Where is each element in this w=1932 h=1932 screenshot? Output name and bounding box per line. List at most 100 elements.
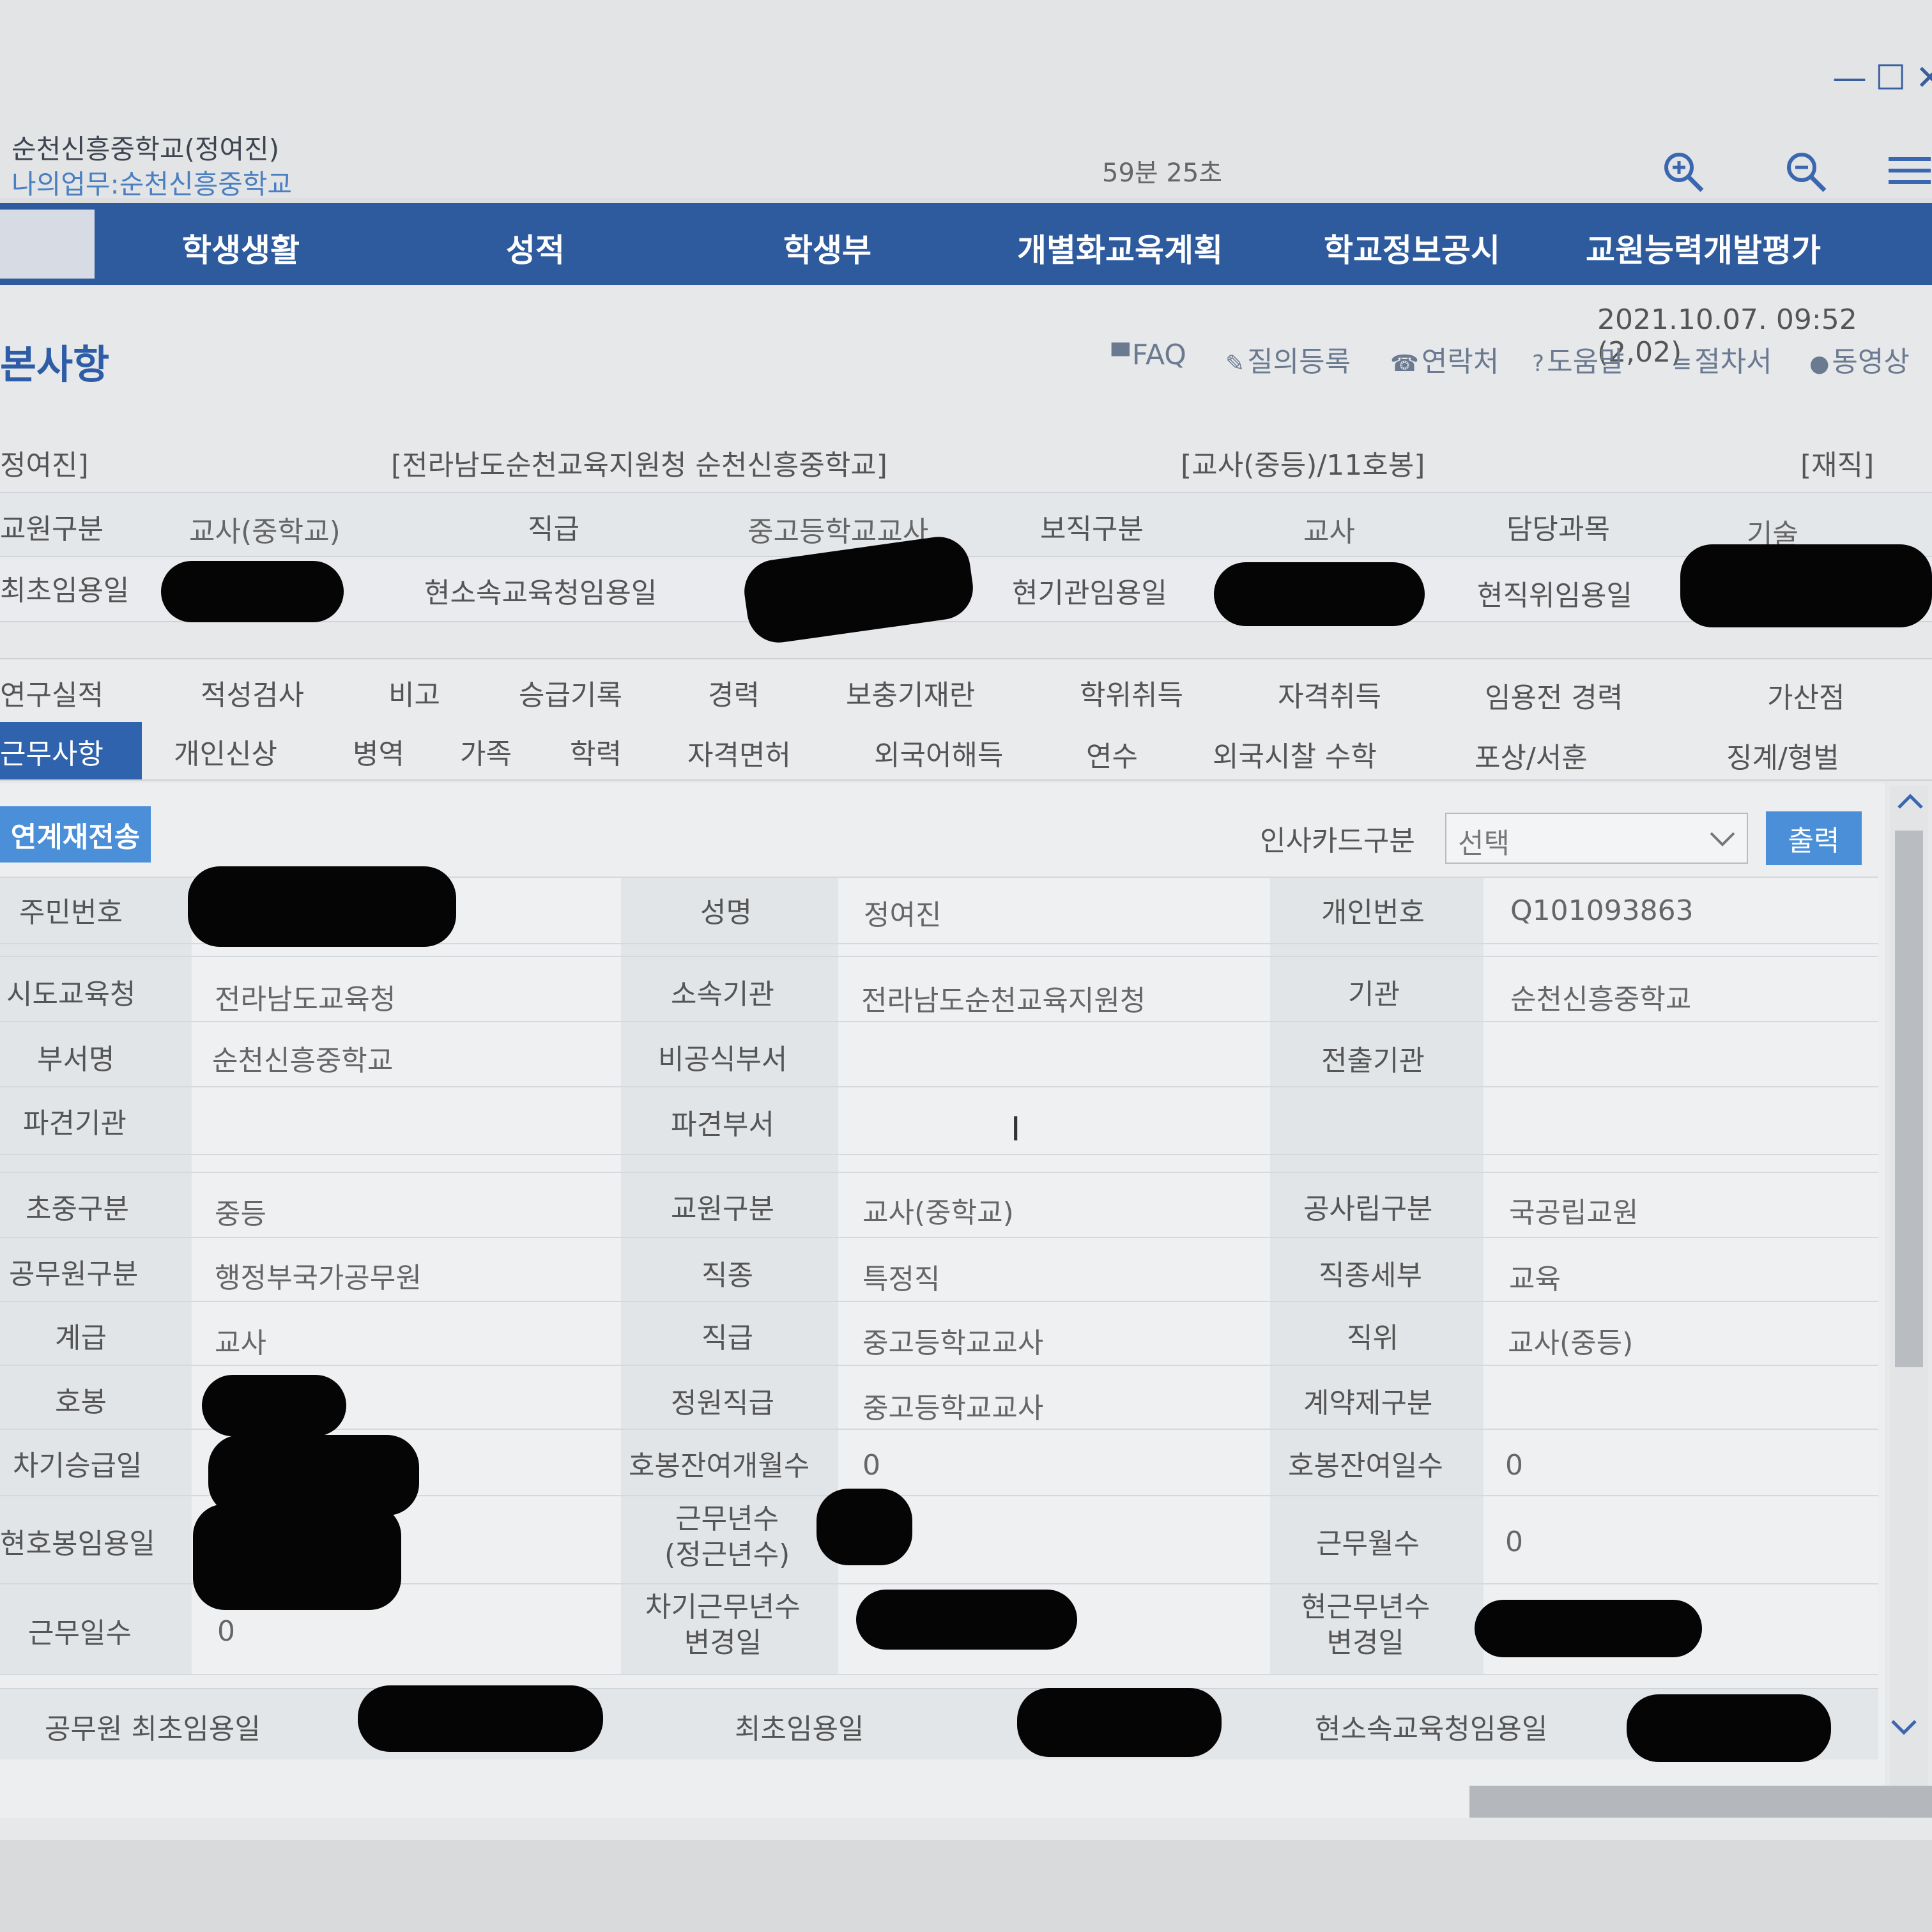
tab-family[interactable]: 가족 bbox=[460, 731, 512, 772]
tab-bonus[interactable]: 가산점 bbox=[1767, 675, 1844, 716]
maximize-icon[interactable]: ☐ bbox=[1875, 57, 1906, 98]
redacted-cur-years-change bbox=[1475, 1600, 1702, 1657]
scroll-up-icon[interactable] bbox=[1896, 792, 1924, 811]
personal-no-value: Q101093863 bbox=[1510, 894, 1694, 927]
tab-remarks[interactable]: 비고 bbox=[388, 672, 440, 713]
util-video[interactable]: ●동영상 bbox=[1809, 339, 1910, 379]
info-org: [전라남도순천교육지원청 순천신흥중학교] bbox=[391, 449, 887, 482]
row-sep bbox=[0, 956, 1878, 957]
redacted-first-appoint bbox=[161, 561, 344, 622]
nav-iep[interactable]: 개별화교육계획 bbox=[1017, 225, 1223, 271]
cur-years-change-label: 현근무년수 변경일 bbox=[1301, 1591, 1430, 1659]
row-sep bbox=[0, 1674, 1878, 1675]
summary-subject-label: 담당과목 bbox=[1506, 513, 1610, 546]
tab-prior-career[interactable]: 임용전 경력 bbox=[1485, 675, 1623, 716]
zoom-out-icon[interactable] bbox=[1782, 148, 1828, 194]
print-button[interactable]: 출력 bbox=[1766, 811, 1862, 865]
name-label: 성명 bbox=[700, 896, 752, 929]
tab-aptitude[interactable]: 적성검사 bbox=[201, 672, 304, 713]
play-icon: ● bbox=[1809, 351, 1830, 377]
tab-license[interactable]: 자격취득 bbox=[1278, 673, 1381, 714]
scroll-down-icon[interactable] bbox=[1890, 1717, 1918, 1736]
card-type-select[interactable]: 선택 bbox=[1445, 813, 1748, 864]
transfer-org-label: 전출기관 bbox=[1321, 1045, 1425, 1077]
org-label: 기관 bbox=[1348, 978, 1400, 1011]
tab-discipline[interactable]: 징계/형벌 bbox=[1726, 735, 1839, 776]
work-months-value: 0 bbox=[1505, 1526, 1523, 1558]
tab-promotion[interactable]: 승급기록 bbox=[519, 672, 622, 713]
next-promo-label: 차기승급일 bbox=[13, 1450, 142, 1482]
info-status: [재직] bbox=[1800, 449, 1874, 482]
util-help[interactable]: ?도움말 bbox=[1532, 339, 1625, 379]
nav-student-record[interactable]: 학생부 bbox=[783, 225, 871, 271]
dept-value: 순천신흥중학교 bbox=[212, 1045, 394, 1077]
civil-type-value: 행정부국가공무원 bbox=[215, 1262, 422, 1294]
card-type-label: 인사카드구분 bbox=[1260, 825, 1415, 857]
tab-training[interactable]: 연수 bbox=[1086, 733, 1138, 774]
nav-teacher-eval[interactable]: 교원능력개발평가 bbox=[1586, 225, 1821, 271]
help-icon: ? bbox=[1532, 351, 1545, 377]
row-sep bbox=[0, 1237, 1878, 1238]
org-value: 순천신흥중학교 bbox=[1510, 983, 1692, 1016]
tab-military[interactable]: 병역 bbox=[353, 731, 404, 772]
summary-first-appoint-label: 최초임용일 bbox=[0, 574, 130, 607]
redacted-next-years-change bbox=[856, 1590, 1077, 1650]
tab-education[interactable]: 학력 bbox=[570, 731, 622, 772]
tab-language[interactable]: 외국어해득 bbox=[874, 732, 1003, 773]
page-title: 본사항 bbox=[0, 341, 110, 388]
informal-dept-label: 비공식부서 bbox=[658, 1043, 788, 1076]
nav-student-life[interactable]: 학생생활 bbox=[182, 225, 300, 271]
first-appoint-label: 최초임용일 bbox=[735, 1713, 864, 1745]
redacted-id-number bbox=[188, 866, 456, 947]
job-kind-label: 직종 bbox=[702, 1259, 753, 1292]
redacted-civil-first-appoint bbox=[358, 1685, 603, 1752]
tab-work[interactable]: 근무사항 bbox=[0, 731, 103, 772]
zoom-in-icon[interactable] bbox=[1660, 148, 1706, 194]
position-label: 직위 bbox=[1347, 1322, 1399, 1354]
tab-degree[interactable]: 학위취득 bbox=[1080, 672, 1183, 713]
util-inquiry[interactable]: ✎질의등록 bbox=[1225, 339, 1351, 379]
summary-teacher-type-value: 교사(중학교) bbox=[189, 516, 341, 548]
remain-months-value: 0 bbox=[862, 1449, 880, 1482]
my-work-link[interactable]: 나의업무:순천신흥중학교 bbox=[12, 163, 292, 202]
quota-rank-label: 정원직급 bbox=[671, 1387, 774, 1420]
remain-months-label: 호봉잔여개월수 bbox=[629, 1450, 810, 1482]
edu-office-value: 전라남도교육청 bbox=[215, 983, 396, 1016]
tab-awards[interactable]: 포상/서훈 bbox=[1475, 735, 1588, 776]
remain-days-value: 0 bbox=[1505, 1449, 1523, 1482]
nav-school-info[interactable]: 학교정보공시 bbox=[1324, 225, 1500, 271]
scrollbar-thumb[interactable] bbox=[1895, 831, 1923, 1367]
tab-career[interactable]: 경력 bbox=[708, 672, 760, 713]
util-procedure[interactable]: ≡절차서 bbox=[1673, 339, 1772, 379]
util-contact[interactable]: ☎연락처 bbox=[1390, 339, 1499, 379]
horizontal-scrollbar-thumb[interactable] bbox=[1469, 1786, 1932, 1818]
close-icon[interactable]: ✕ bbox=[1915, 57, 1932, 98]
chevron-down-icon bbox=[1710, 832, 1735, 847]
tab-personal[interactable]: 개인신상 bbox=[174, 731, 277, 772]
nav-home-block[interactable] bbox=[0, 210, 95, 279]
pencil-icon: ✎ bbox=[1225, 351, 1245, 377]
minimize-icon[interactable]: — bbox=[1832, 57, 1867, 98]
tab-supplement[interactable]: 보충기재란 bbox=[846, 672, 975, 713]
bottom-strip bbox=[0, 1840, 1932, 1932]
menu-icon[interactable] bbox=[1886, 148, 1932, 194]
rank-label: 직급 bbox=[702, 1322, 753, 1354]
quota-rank-value: 중고등학교교사 bbox=[862, 1392, 1044, 1425]
bottom-row bbox=[0, 1688, 1878, 1759]
nav-grades[interactable]: 성적 bbox=[506, 225, 565, 271]
work-months-label: 근무월수 bbox=[1316, 1528, 1420, 1560]
tab-qualification[interactable]: 자격면허 bbox=[687, 732, 791, 773]
tab-research[interactable]: 연구실적 bbox=[0, 672, 103, 713]
summary-org-appoint-label: 현기관임용일 bbox=[1012, 577, 1167, 610]
redacted-work-years bbox=[816, 1489, 912, 1565]
util-faq[interactable]: ▀FAQ bbox=[1112, 339, 1186, 371]
job-kind-value: 특정직 bbox=[862, 1263, 940, 1296]
redacted-first-appoint-detail bbox=[1017, 1688, 1222, 1757]
personal-no-label: 개인번호 bbox=[1321, 896, 1425, 929]
summary-position-appoint-label: 현직위임용일 bbox=[1477, 579, 1632, 612]
phone-icon: ☎ bbox=[1390, 351, 1419, 377]
redacted-org-appoint bbox=[1214, 562, 1425, 626]
summary-duty-value: 교사 bbox=[1303, 516, 1355, 548]
resend-button[interactable]: 연계재전송 bbox=[0, 806, 151, 862]
tab-overseas[interactable]: 외국시찰 수학 bbox=[1213, 733, 1377, 774]
